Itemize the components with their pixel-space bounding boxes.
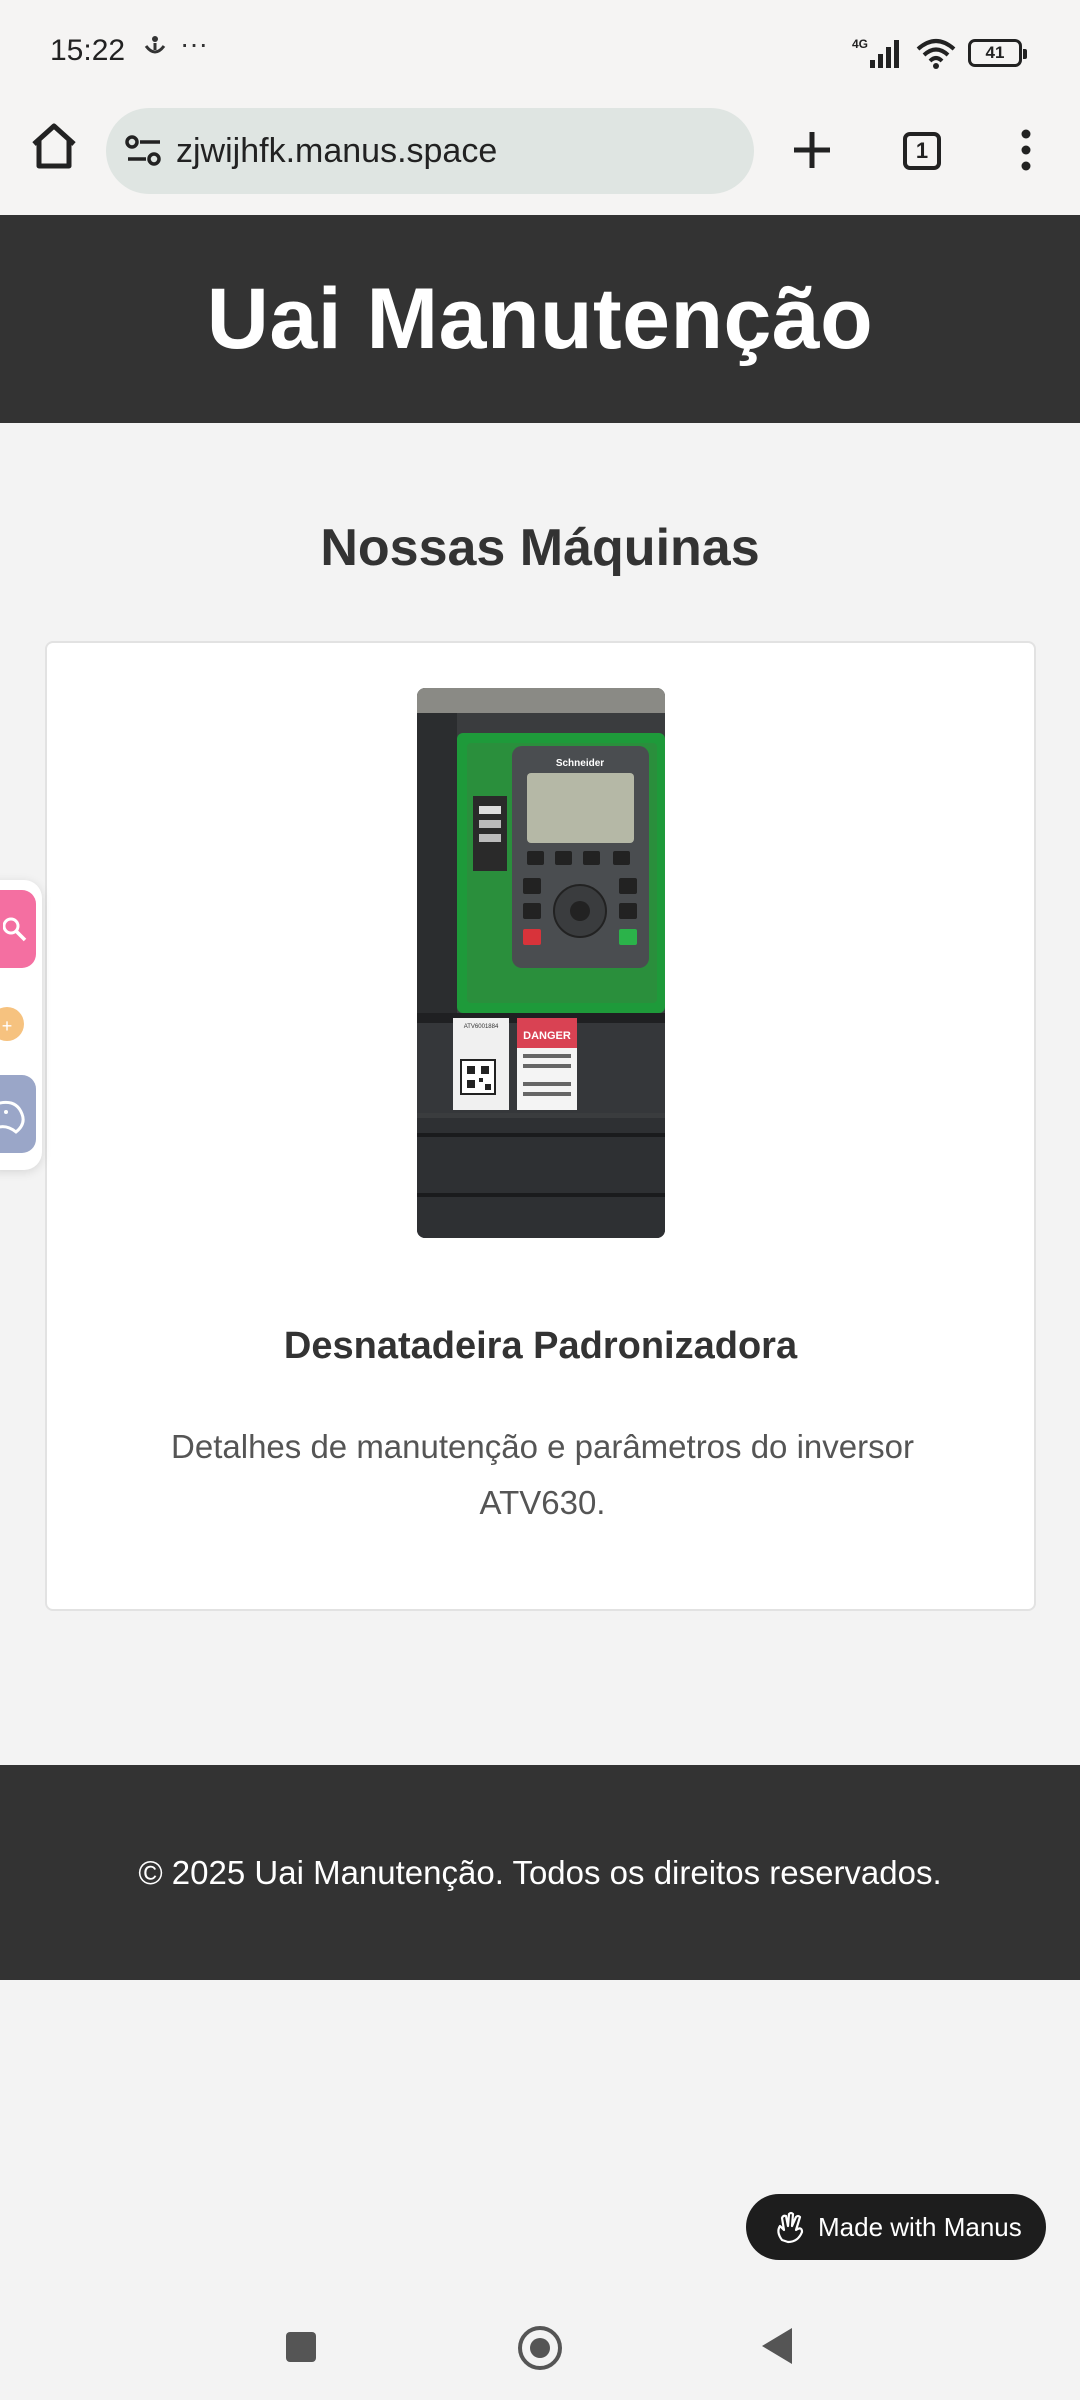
wifi-icon <box>916 39 956 69</box>
more-dots-icon: ··· <box>180 28 208 59</box>
home-icon[interactable] <box>28 120 80 172</box>
photo-warning-text: DANGER <box>523 1030 571 1042</box>
inverter-photo-illustration: Schneider ATV6001884 DANGER <box>417 688 665 1238</box>
footer-copyright: © 2025 Uai Manutenção. Todos os direitos… <box>138 1853 942 1891</box>
photo-brand: Schneider <box>556 758 604 769</box>
network-type: 4G <box>852 37 868 51</box>
side-translate-button[interactable]: + <box>0 985 36 1063</box>
tab-switcher-button[interactable]: 1 <box>903 132 941 170</box>
search-icon <box>3 917 27 942</box>
battery-icon: 41 <box>968 39 1027 67</box>
recents-button[interactable] <box>286 2332 316 2362</box>
made-with-manus-badge[interactable]: Made with Manus <box>746 2194 1046 2260</box>
status-right-icons: 4G 41 <box>852 36 1027 70</box>
svg-text:+: + <box>2 1016 13 1036</box>
manus-hand-icon <box>777 2211 804 2244</box>
card-title: Desnatadeira Padronizadora <box>283 1325 798 1367</box>
manus-badge-label[interactable]: Made with Manus <box>818 2212 1022 2243</box>
system-nav-bar <box>0 2296 1080 2400</box>
browser-toolbar: zjwijhfk.manus.space 1 <box>0 100 1080 215</box>
machine-photo[interactable]: Schneider ATV6001884 DANGER <box>417 688 665 1238</box>
home-nav-button[interactable] <box>518 2326 562 2370</box>
side-assistant-button[interactable] <box>0 1075 36 1153</box>
url-bar[interactable]: zjwijhfk.manus.space <box>106 108 754 194</box>
site-footer: © 2025 Uai Manutenção. Todos os direitos… <box>0 1765 1080 1980</box>
signal-icon: 4G <box>852 37 899 68</box>
photo-label-code: ATV6001884 <box>464 1024 499 1030</box>
status-time: 15:22 <box>50 34 126 67</box>
site-settings-icon[interactable] <box>124 133 164 169</box>
back-button[interactable] <box>762 2328 792 2364</box>
side-search-button[interactable] <box>0 890 36 968</box>
url-text[interactable]: zjwijhfk.manus.space <box>176 132 497 171</box>
status-bar: 15:22 ··· 4G 41 <box>0 0 1080 100</box>
machine-card[interactable]: Schneider ATV6001884 DANGER Desnatadeira… <box>45 641 1036 1611</box>
section-title: Nossas Máquinas <box>320 519 760 577</box>
bird-icon <box>0 1100 25 1134</box>
new-tab-icon[interactable] <box>786 124 838 176</box>
translate-icon: + <box>0 1007 24 1041</box>
more-menu-icon[interactable] <box>1010 126 1042 174</box>
site-header: Uai Manutenção <box>0 215 1080 423</box>
floating-side-toolbar: + <box>0 880 42 1170</box>
card-description: Detalhes de manutenção e parâmetros do i… <box>171 1428 914 1521</box>
accessibility-icon <box>142 34 168 67</box>
site-title: Uai Manutenção <box>206 270 874 367</box>
